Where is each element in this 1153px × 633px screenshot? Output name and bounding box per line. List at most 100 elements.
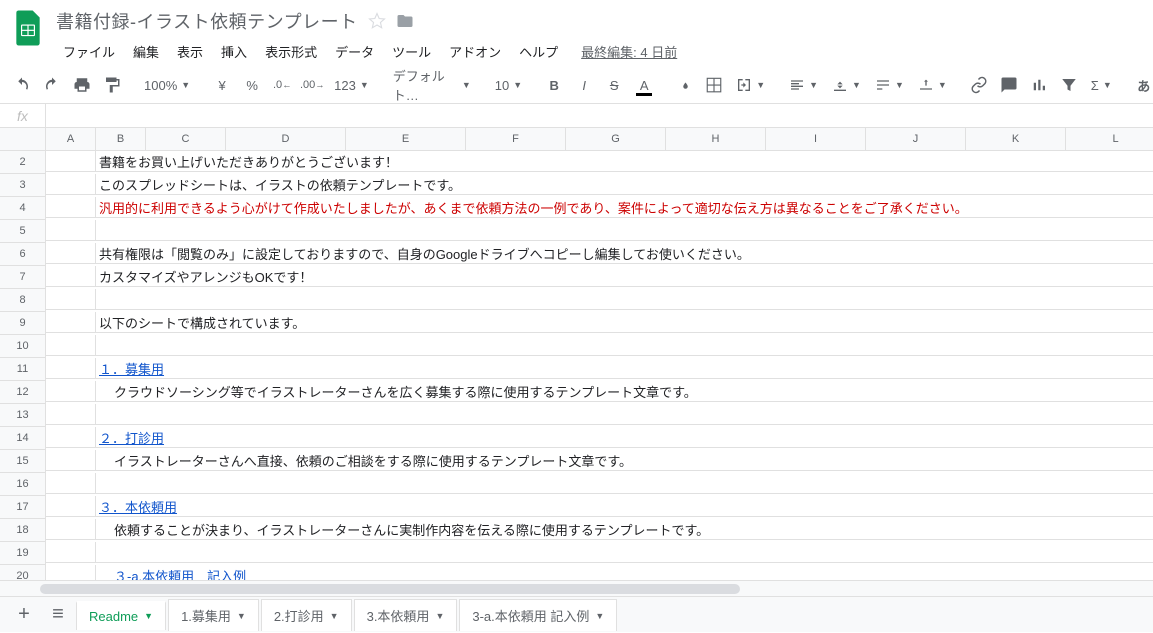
column-header[interactable]: B: [96, 128, 146, 151]
row-header[interactable]: 7: [0, 266, 46, 289]
functions-dropdown[interactable]: Σ▼: [1085, 71, 1118, 99]
menu-view[interactable]: 表示: [170, 38, 210, 65]
zoom-dropdown[interactable]: 100%▼: [138, 71, 196, 99]
menu-addons[interactable]: アドオン: [442, 38, 508, 65]
menu-format[interactable]: 表示形式: [258, 38, 324, 65]
number-format-dropdown[interactable]: 123▼: [328, 71, 375, 99]
document-title[interactable]: 書籍付録-イラスト依頼テンプレート: [56, 8, 358, 34]
row-header[interactable]: 12: [0, 381, 46, 404]
column-header[interactable]: G: [566, 128, 666, 151]
row-header[interactable]: 15: [0, 450, 46, 473]
column-header[interactable]: I: [766, 128, 866, 151]
sheet-tab-3a[interactable]: 3-a.本依頼用 記入例▼: [459, 599, 617, 631]
last-edit-link[interactable]: 最終編集: 4 日前: [581, 42, 677, 61]
formula-input[interactable]: [46, 104, 1153, 127]
spreadsheet-grid[interactable]: A B C D E F G H I J K L 2書籍をお買い上げいただきありが…: [0, 128, 1153, 580]
row-header[interactable]: 13: [0, 404, 46, 427]
text-color-button[interactable]: A: [630, 71, 658, 99]
merge-cells-dropdown[interactable]: ▼: [730, 71, 771, 99]
star-icon[interactable]: [368, 12, 386, 30]
horizontal-scrollbar[interactable]: [0, 580, 1153, 596]
column-header[interactable]: A: [46, 128, 96, 151]
sheet-tab-2[interactable]: 2.打診用▼: [261, 599, 352, 631]
row-header[interactable]: 9: [0, 312, 46, 335]
row-header[interactable]: 8: [0, 289, 46, 312]
row-header[interactable]: 14: [0, 427, 46, 450]
text-rotation-dropdown[interactable]: ▼: [912, 71, 953, 99]
row-header[interactable]: 19: [0, 542, 46, 565]
undo-icon[interactable]: [8, 71, 36, 99]
menu-file[interactable]: ファイル: [56, 38, 122, 65]
borders-icon[interactable]: [700, 71, 728, 99]
filter-icon[interactable]: [1055, 71, 1083, 99]
h-align-dropdown[interactable]: ▼: [783, 71, 824, 99]
cell-link[interactable]: １．募集用: [96, 358, 1153, 379]
cell[interactable]: 共有権限は「閲覧のみ」に設定しておりますので、自身のGoogleドライブへコピー…: [96, 243, 1153, 264]
redo-icon[interactable]: [38, 71, 66, 99]
bold-button[interactable]: B: [540, 71, 568, 99]
row-header[interactable]: 5: [0, 220, 46, 243]
menu-insert[interactable]: 挿入: [214, 38, 254, 65]
cell-link[interactable]: ３-a.本依頼用 記入例: [96, 565, 1153, 580]
column-header[interactable]: C: [146, 128, 226, 151]
cell-link[interactable]: ２．打診用: [96, 427, 1153, 448]
sheets-logo-icon[interactable]: [8, 8, 48, 48]
cell[interactable]: イラストレーターさんへ直接、依頼のご相談をする際に使用するテンプレート文章です。: [96, 450, 1153, 471]
cell[interactable]: 汎用的に利用できるよう心がけて作成いたしましたが、あくまで依頼方法の一例であり、…: [96, 197, 1153, 218]
row-header[interactable]: 4: [0, 197, 46, 220]
sheet-tab-3[interactable]: 3.本依頼用▼: [354, 599, 458, 631]
column-header[interactable]: K: [966, 128, 1066, 151]
menu-tools[interactable]: ツール: [385, 38, 438, 65]
row-header[interactable]: 11: [0, 358, 46, 381]
row-header[interactable]: 18: [0, 519, 46, 542]
all-sheets-button[interactable]: ≡: [42, 599, 74, 631]
cell[interactable]: 書籍をお買い上げいただきありがとうございます！: [96, 151, 1153, 172]
insert-comment-icon[interactable]: [995, 71, 1023, 99]
row-header[interactable]: 2: [0, 151, 46, 174]
cell[interactable]: [96, 335, 1153, 356]
cell-link[interactable]: ３．本依頼用: [96, 496, 1153, 517]
increase-decimal-button[interactable]: .00→: [298, 71, 326, 99]
cell[interactable]: [96, 404, 1153, 425]
column-header[interactable]: J: [866, 128, 966, 151]
row-header[interactable]: 20: [0, 565, 46, 580]
text-wrap-dropdown[interactable]: ▼: [869, 71, 910, 99]
strikethrough-button[interactable]: S: [600, 71, 628, 99]
column-header[interactable]: D: [226, 128, 346, 151]
font-size-dropdown[interactable]: 10▼: [489, 71, 528, 99]
folder-icon[interactable]: [396, 12, 414, 30]
italic-button[interactable]: I: [570, 71, 598, 99]
currency-button[interactable]: ¥: [208, 71, 236, 99]
row-header[interactable]: 16: [0, 473, 46, 496]
sheet-tab-readme[interactable]: Readme▼: [76, 601, 166, 630]
insert-link-icon[interactable]: [965, 71, 993, 99]
input-method-button[interactable]: あ: [1130, 71, 1153, 99]
v-align-dropdown[interactable]: ▼: [826, 71, 867, 99]
decrease-decimal-button[interactable]: .0←: [268, 71, 296, 99]
cell[interactable]: [96, 473, 1153, 494]
cell[interactable]: このスプレッドシートは、イラストの依頼テンプレートです。: [96, 174, 1153, 195]
cell[interactable]: クラウドソーシング等でイラストレーターさんを広く募集する際に使用するテンプレート…: [96, 381, 1153, 402]
select-all-corner[interactable]: [0, 128, 46, 151]
cell[interactable]: 以下のシートで構成されています。: [96, 312, 1153, 333]
row-header[interactable]: 10: [0, 335, 46, 358]
column-header[interactable]: H: [666, 128, 766, 151]
print-icon[interactable]: [68, 71, 96, 99]
font-dropdown[interactable]: デフォルト…▼: [387, 71, 477, 99]
cell[interactable]: [96, 289, 1153, 310]
menu-edit[interactable]: 編集: [126, 38, 166, 65]
row-header[interactable]: 6: [0, 243, 46, 266]
column-header[interactable]: F: [466, 128, 566, 151]
percent-button[interactable]: %: [238, 71, 266, 99]
menu-help[interactable]: ヘルプ: [512, 38, 565, 65]
sheet-tab-1[interactable]: 1.募集用▼: [168, 599, 259, 631]
add-sheet-button[interactable]: +: [8, 599, 40, 631]
row-header[interactable]: 3: [0, 174, 46, 197]
row-header[interactable]: 17: [0, 496, 46, 519]
cell[interactable]: [96, 220, 1153, 241]
column-header[interactable]: L: [1066, 128, 1153, 151]
cell[interactable]: 依頼することが決まり、イラストレーターさんに実制作内容を伝える際に使用するテンプ…: [96, 519, 1153, 540]
cell[interactable]: [96, 542, 1153, 563]
cell[interactable]: カスタマイズやアレンジもOKです！: [96, 266, 1153, 287]
insert-chart-icon[interactable]: [1025, 71, 1053, 99]
